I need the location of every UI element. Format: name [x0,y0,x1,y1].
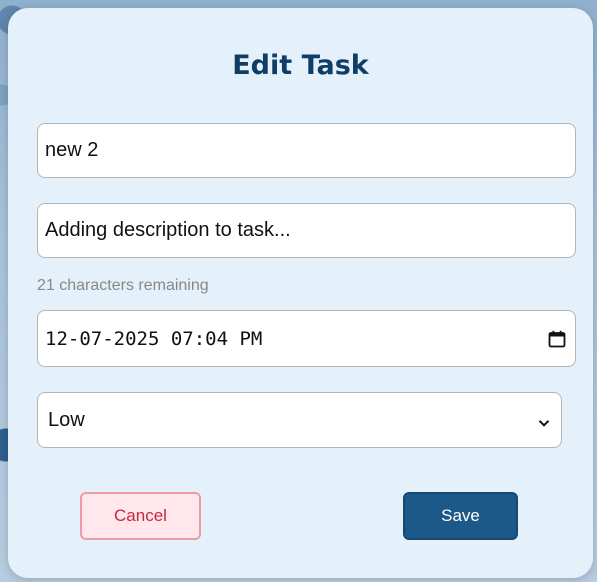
priority-selected-value: Low [48,408,85,431]
save-button-label: Save [441,506,480,525]
task-description-input[interactable]: Adding description to task... [37,203,576,258]
calendar-icon[interactable] [548,330,566,348]
edit-task-modal: Edit Task new 2 Adding description to ta… [8,8,593,578]
cancel-button-label: Cancel [114,506,167,525]
priority-select[interactable]: Low [37,392,562,448]
task-description-value: Adding description to task... [45,219,291,241]
cancel-button[interactable]: Cancel [80,492,201,540]
characters-remaining: 21 characters remaining [37,277,209,294]
due-datetime-input[interactable]: 12-07-2025 07:04 PM [37,310,576,367]
chevron-down-icon [537,413,551,427]
due-datetime-value: 12-07-2025 07:04 PM [45,327,263,350]
task-name-input[interactable]: new 2 [37,123,576,178]
modal-title: Edit Task [232,50,369,81]
save-button[interactable]: Save [403,492,518,540]
task-name-value: new 2 [45,139,99,161]
